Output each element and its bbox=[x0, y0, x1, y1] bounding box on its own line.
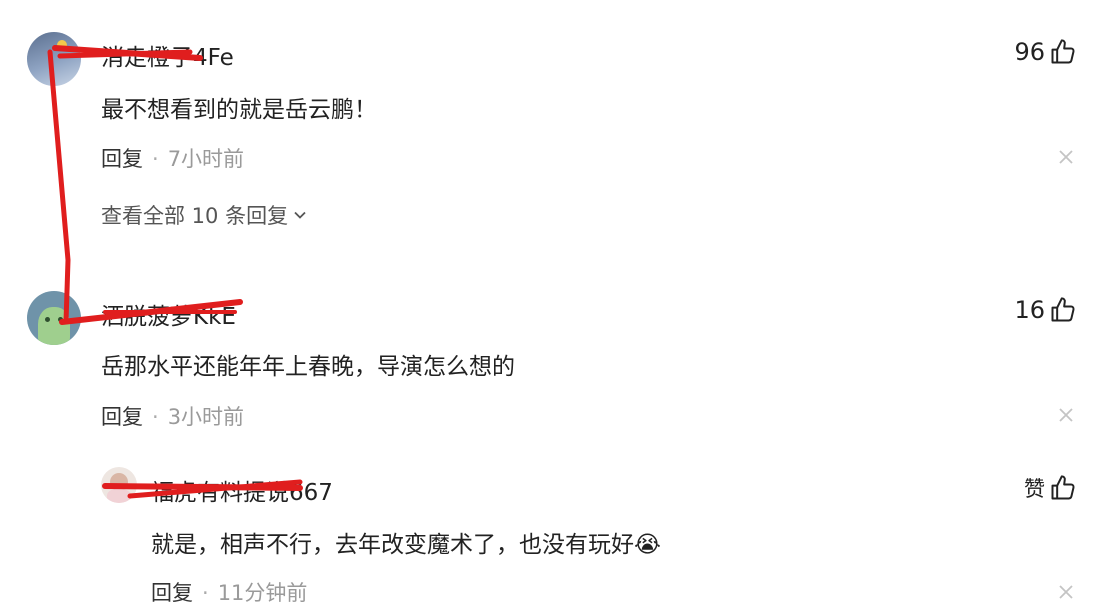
meta-separator: · bbox=[202, 581, 209, 605]
avatar[interactable] bbox=[27, 32, 81, 86]
like-button[interactable]: 16 bbox=[1014, 296, 1077, 324]
meta-separator: · bbox=[152, 405, 159, 429]
reply-text-body: 就是，相声不行，去年改变魔术了，也没有玩好 bbox=[151, 532, 634, 558]
reply-time: 11分钟前 bbox=[217, 581, 308, 605]
avatar-sun-icon bbox=[57, 40, 67, 50]
comment-meta: 回复 · 7小时前 bbox=[101, 143, 244, 173]
meta-separator: · bbox=[152, 147, 159, 171]
thumbs-up-icon bbox=[1051, 39, 1075, 64]
avatar[interactable] bbox=[27, 291, 81, 345]
thumbs-up-icon bbox=[1051, 297, 1075, 322]
comment-text: 最不想看到的就是岳云鹏！ bbox=[101, 97, 377, 123]
reply-text: 就是，相声不行，去年改变魔术了，也没有玩好😭 bbox=[151, 525, 661, 559]
comment-username[interactable]: 消走橙子4Fe bbox=[101, 38, 234, 72]
thumbs-up-icon bbox=[1051, 475, 1075, 500]
comment-text: 岳那水平还能年年上春晚，导演怎么想的 bbox=[101, 354, 515, 380]
reply-button[interactable]: 回复 bbox=[151, 581, 193, 605]
view-all-label: 查看全部 10 条回复 bbox=[101, 204, 289, 228]
crying-laughing-emoji-icon: 😭 bbox=[634, 532, 661, 558]
reply-button[interactable]: 回复 bbox=[101, 405, 143, 429]
comment-meta: 回复 · 3小时前 bbox=[101, 401, 244, 431]
reply-meta: 回复 · 11分钟前 bbox=[151, 577, 307, 607]
chevron-down-icon bbox=[294, 211, 306, 219]
like-button[interactable]: 赞 bbox=[1024, 473, 1077, 503]
like-count: 96 bbox=[1014, 38, 1045, 66]
like-count: 16 bbox=[1014, 296, 1045, 324]
like-button[interactable]: 96 bbox=[1014, 38, 1077, 66]
like-label: 赞 bbox=[1024, 477, 1045, 501]
avatar-figure bbox=[38, 307, 70, 345]
reply-button[interactable]: 回复 bbox=[101, 147, 143, 171]
avatar-eye bbox=[58, 317, 63, 322]
view-all-replies-button[interactable]: 查看全部 10 条回复 bbox=[101, 200, 308, 230]
connector-line bbox=[47, 49, 71, 325]
close-icon[interactable] bbox=[1056, 147, 1076, 167]
close-icon[interactable] bbox=[1056, 582, 1076, 602]
comment-username[interactable]: 洒脱菠萝KkE bbox=[101, 297, 236, 331]
avatar-figure-body bbox=[107, 489, 131, 503]
comment-time: 7小时前 bbox=[167, 147, 245, 171]
close-icon[interactable] bbox=[1056, 405, 1076, 425]
reply-username[interactable]: 福虎有料提说667 bbox=[151, 473, 333, 507]
comment-time: 3小时前 bbox=[167, 405, 245, 429]
reply-avatar[interactable] bbox=[101, 467, 137, 503]
avatar-eye bbox=[45, 317, 50, 322]
